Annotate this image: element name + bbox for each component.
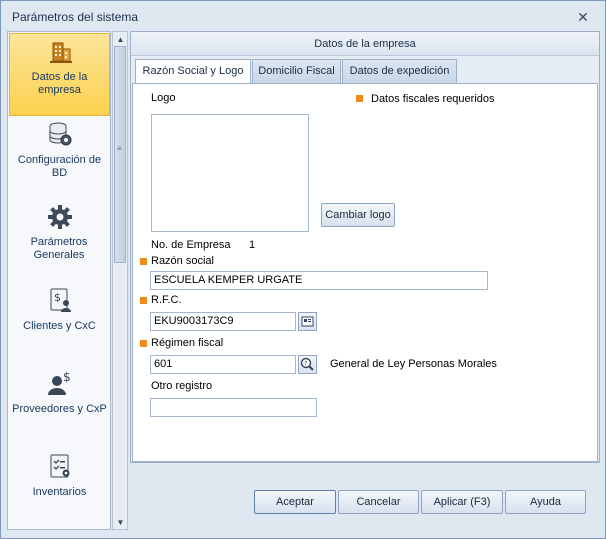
supplier-money-icon: $ — [48, 370, 71, 395]
logo-preview[interactable] — [151, 114, 309, 232]
sidebar-item-inventarios[interactable]: Inventarios — [9, 449, 110, 529]
tab-datos-expedicion[interactable]: Datos de expedición — [342, 59, 457, 83]
search-help-icon: ? — [300, 357, 314, 371]
tab-domicilio-fiscal[interactable]: Domicilio Fiscal — [252, 59, 341, 83]
required-marker — [140, 258, 147, 265]
building-icon — [50, 42, 72, 63]
close-icon[interactable]: ✕ — [575, 9, 591, 25]
main-content: Datos de la empresa Razón Social y Logo … — [130, 31, 600, 463]
sidebar-item-datos-empresa[interactable]: Datos de la empresa — [9, 33, 110, 116]
regimen-fiscal-description: General de Ley Personas Morales — [330, 358, 497, 370]
rfc-input[interactable]: EKU9003173C9 — [150, 312, 296, 331]
inventory-checklist-icon — [50, 454, 70, 478]
change-logo-button[interactable]: Cambiar logo — [321, 203, 395, 227]
sidebar-item-label: Datos de la empresa — [31, 71, 88, 96]
scroll-down-icon[interactable]: ▼ — [116, 518, 125, 527]
sidebar-item-clientes-cxc[interactable]: $ Clientes y CxC — [9, 283, 110, 365]
tab-panel: Logo Datos fiscales requeridos Cambiar l… — [132, 83, 598, 462]
sidebar-item-label: Proveedores y CxP — [12, 403, 107, 415]
required-legend: Datos fiscales requeridos — [371, 93, 495, 105]
sidebar-item-label: Clientes y CxC — [23, 320, 96, 332]
title-bar: Parámetros del sistema ✕ — [1, 1, 605, 31]
grip-icon: ≡ — [117, 144, 122, 153]
rfc-card-button[interactable] — [298, 312, 317, 331]
section-header: Datos de la empresa — [131, 32, 599, 56]
sidebar-item-parametros-generales[interactable]: Parámetros Generales — [9, 200, 110, 282]
otro-registro-label: Otro registro — [151, 380, 213, 392]
svg-text:?: ? — [304, 361, 307, 368]
logo-label: Logo — [151, 92, 176, 104]
sidebar-item-label: Inventarios — [32, 486, 87, 498]
regimen-fiscal-input[interactable]: 601 — [150, 355, 296, 374]
system-parameters-window: Parámetros del sistema ✕ Datos de la emp… — [0, 0, 606, 539]
scroll-thumb[interactable]: ≡ — [114, 46, 126, 263]
svg-text:$: $ — [63, 370, 71, 384]
gear-icon — [48, 205, 72, 229]
help-button[interactable]: Ayuda — [505, 490, 586, 514]
database-gear-icon — [49, 122, 72, 146]
empresa-number-label: No. de Empresa — [151, 239, 231, 251]
required-marker — [140, 340, 147, 347]
sidebar-item-configuracion-bd[interactable]: Configuración de BD — [9, 117, 110, 199]
sidebar: Datos de la empresa Configuración de BD — [7, 31, 111, 530]
empresa-number-value: 1 — [249, 239, 256, 251]
razon-social-input[interactable]: ESCUELA KEMPER URGATE — [150, 271, 488, 290]
accept-button[interactable]: Aceptar — [254, 490, 336, 514]
regimen-search-button[interactable]: ? — [298, 355, 317, 374]
required-marker — [356, 95, 363, 102]
sidebar-item-label: Configuración de BD — [17, 154, 102, 179]
razon-social-label: Razón social — [151, 255, 214, 267]
sidebar-scrollbar[interactable]: ▲ ≡ ▼ — [112, 31, 128, 530]
required-marker — [140, 297, 147, 304]
clients-money-icon: $ — [50, 288, 71, 312]
rfc-label: R.F.C. — [151, 294, 182, 306]
scroll-up-icon[interactable]: ▲ — [116, 35, 125, 44]
regimen-fiscal-label: Régimen fiscal — [151, 337, 224, 349]
svg-text:$: $ — [54, 291, 61, 304]
sidebar-item-label: Parámetros Generales — [30, 236, 88, 261]
otro-registro-input[interactable] — [150, 398, 317, 417]
apply-button[interactable]: Aplicar (F3) — [421, 490, 503, 514]
window-title: Parámetros del sistema — [12, 10, 139, 24]
card-icon — [301, 316, 314, 327]
cancel-button[interactable]: Cancelar — [338, 490, 419, 514]
sidebar-item-proveedores-cxp[interactable]: $ Proveedores y CxP — [9, 366, 110, 448]
tab-razon-social-logo[interactable]: Razón Social y Logo — [135, 59, 251, 84]
